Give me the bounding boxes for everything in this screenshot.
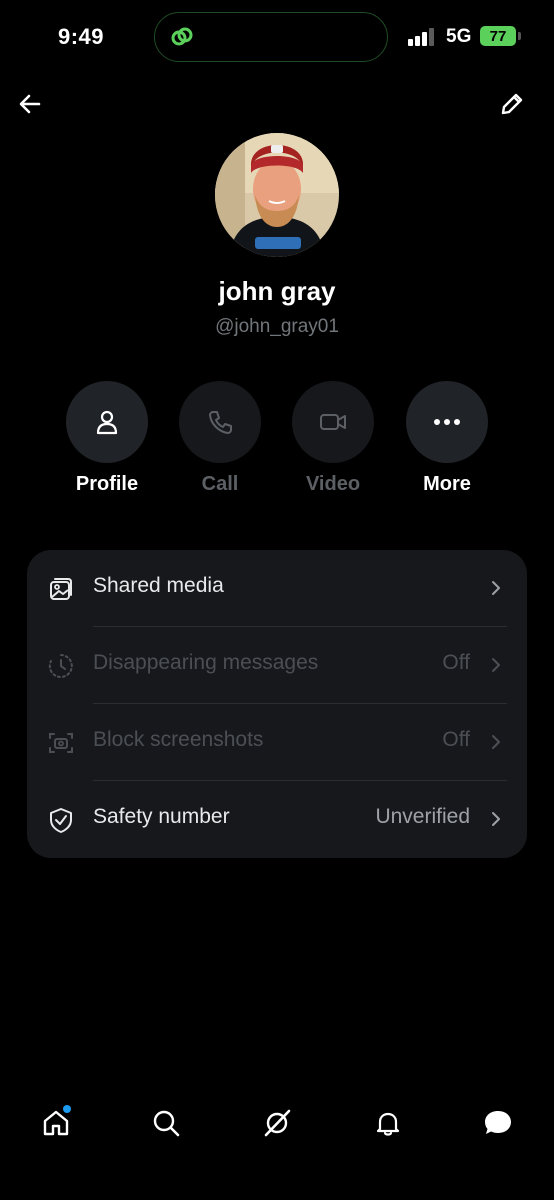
tab-messages[interactable] [480, 1105, 516, 1141]
media-icon [50, 578, 72, 600]
shield-check-icon [50, 808, 72, 833]
status-time: 9:49 [58, 24, 105, 49]
timer-icon [48, 654, 73, 678]
edit-button[interactable] [494, 86, 530, 122]
call-action-circle[interactable] [179, 381, 261, 463]
battery-indicator: 77 [480, 26, 516, 46]
phone-icon [209, 411, 232, 434]
settings-row-label: Safety number [93, 805, 230, 828]
tab-bar [0, 1095, 554, 1155]
settings-row-safety-number[interactable]: Safety number Unverified [27, 781, 527, 858]
back-button[interactable] [12, 86, 48, 122]
pencil-icon [501, 93, 523, 115]
more-action-label: More [423, 473, 471, 495]
link-chain-icon [171, 27, 193, 46]
settings-row-block-screenshots[interactable]: Block screenshots Off [27, 704, 527, 781]
profile-action-button[interactable]: Profile [47, 381, 167, 496]
avatar[interactable] [215, 133, 339, 257]
chevron-right-icon [492, 812, 500, 826]
chevron-right-icon [492, 581, 500, 595]
status-bar: 9:49 5G 77 [0, 0, 554, 76]
bell-icon [376, 1112, 400, 1136]
video-camera-icon [320, 414, 346, 430]
tab-grok[interactable] [259, 1105, 295, 1141]
person-icon [96, 410, 118, 435]
settings-row-label: Shared media [93, 574, 224, 597]
more-action-button[interactable]: More [387, 381, 507, 496]
notification-dot [63, 1105, 71, 1113]
grok-icon [264, 1109, 291, 1137]
more-dots-icon [434, 419, 460, 425]
more-action-circle[interactable] [406, 381, 488, 463]
network-type: 5G [446, 26, 472, 47]
arrow-left-icon [19, 94, 41, 114]
settings-row-value: Off [442, 651, 470, 674]
avatar-image [215, 133, 339, 257]
chevron-right-icon [492, 735, 500, 749]
profile-handle: @john_gray01 [215, 316, 339, 337]
battery-cap [518, 32, 521, 40]
settings-row-disappearing-messages[interactable]: Disappearing messages Off [27, 627, 527, 704]
video-action-circle[interactable] [292, 381, 374, 463]
search-icon [153, 1110, 180, 1137]
messages-icon [485, 1111, 511, 1134]
profile-action-circle[interactable] [66, 381, 148, 463]
profile-name: john gray [218, 276, 336, 306]
call-action-label: Call [201, 473, 239, 495]
tab-notifications[interactable] [370, 1105, 406, 1141]
signal-icon [408, 28, 434, 46]
dynamic-island[interactable] [154, 12, 388, 62]
video-action-label: Video [305, 473, 361, 495]
settings-row-label: Disappearing messages [93, 651, 319, 674]
chevron-right-icon [492, 658, 500, 672]
screenshot-icon [49, 733, 73, 753]
settings-row-label: Block screenshots [93, 728, 264, 751]
settings-card: Shared media Disappearing messages Off B… [27, 550, 527, 858]
tab-search[interactable] [148, 1105, 184, 1141]
call-action-button[interactable]: Call [160, 381, 280, 496]
profile-action-label: Profile [75, 473, 139, 495]
settings-row-value: Off [442, 728, 470, 751]
settings-row-value: Unverified [375, 805, 470, 828]
settings-row-shared-media[interactable]: Shared media [27, 550, 527, 627]
video-action-button[interactable]: Video [273, 381, 393, 496]
